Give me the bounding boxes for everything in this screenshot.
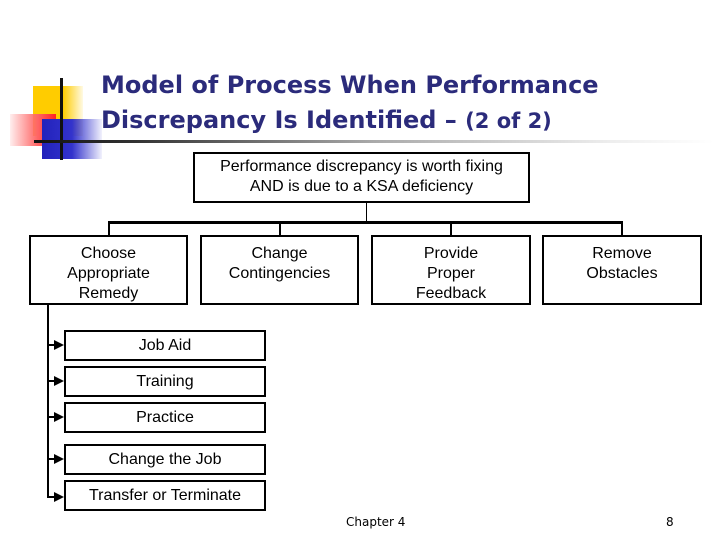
arrow-right-icon [54, 492, 64, 502]
remedy-label: Change the Job [108, 451, 222, 468]
branch-line: Contingencies [228, 265, 331, 282]
branch-remove-obstacles: Remove Obstacles [542, 235, 702, 305]
branch-choose-remedy: Choose Appropriate Remedy [29, 235, 188, 305]
remedy-label: Transfer or Terminate [88, 487, 242, 504]
remedy-training: Training [64, 366, 266, 397]
logo-vertical-line [60, 78, 63, 160]
root-line-2: AND is due to a KSA deficiency [249, 178, 474, 195]
branch-line: Proper [426, 265, 476, 282]
branch-line: Appropriate [67, 265, 150, 282]
branch-line: Change [251, 245, 308, 262]
branch-line: Choose [80, 245, 137, 262]
title-underline-divider [34, 140, 714, 143]
branch-drop-1 [108, 221, 110, 235]
remedy-job-aid: Job Aid [64, 330, 266, 361]
branch-drop-3 [450, 221, 452, 235]
arrow-right-icon [54, 412, 64, 422]
branch-drop-4 [621, 221, 623, 235]
branch-provide-feedback: Provide Proper Feedback [371, 235, 531, 305]
arrow-right-icon [54, 454, 64, 464]
title-line-2: Discrepancy Is Identified – (2 of 2) [101, 103, 701, 139]
arrow-right-icon [54, 340, 64, 350]
footer-chapter: Chapter 4 [346, 515, 406, 529]
remedy-label: Practice [136, 409, 194, 426]
branch-line: Feedback [415, 285, 487, 302]
remedy-label: Training [136, 373, 194, 390]
footer-page-number: 8 [666, 515, 674, 529]
branch-bus [108, 221, 623, 224]
remedy-spine [47, 305, 49, 498]
title-suffix: (2 of 2) [465, 109, 552, 133]
arrow-right-icon [54, 376, 64, 386]
remedy-change-job: Change the Job [64, 444, 266, 475]
root-connector [366, 203, 367, 222]
branch-line: Obstacles [586, 265, 658, 282]
branch-change-contingencies: Change Contingencies [200, 235, 359, 305]
title-line-1: Model of Process When Performance [101, 71, 599, 99]
root-line-1: Performance discrepancy is worth fixing [220, 158, 503, 175]
branch-drop-2 [279, 221, 281, 235]
slide-title: Model of Process When Performance Discre… [101, 68, 701, 139]
branch-line: Remove [592, 245, 652, 262]
remedy-practice: Practice [64, 402, 266, 433]
remedy-label: Job Aid [138, 337, 192, 354]
branch-line: Remedy [78, 285, 139, 302]
root-box: Performance discrepancy is worth fixing … [193, 152, 530, 203]
logo-blue-square [42, 119, 102, 159]
title-line-2-text: Discrepancy Is Identified – [101, 106, 457, 134]
branch-line: Provide [423, 245, 479, 262]
remedy-transfer-terminate: Transfer or Terminate [64, 480, 266, 511]
